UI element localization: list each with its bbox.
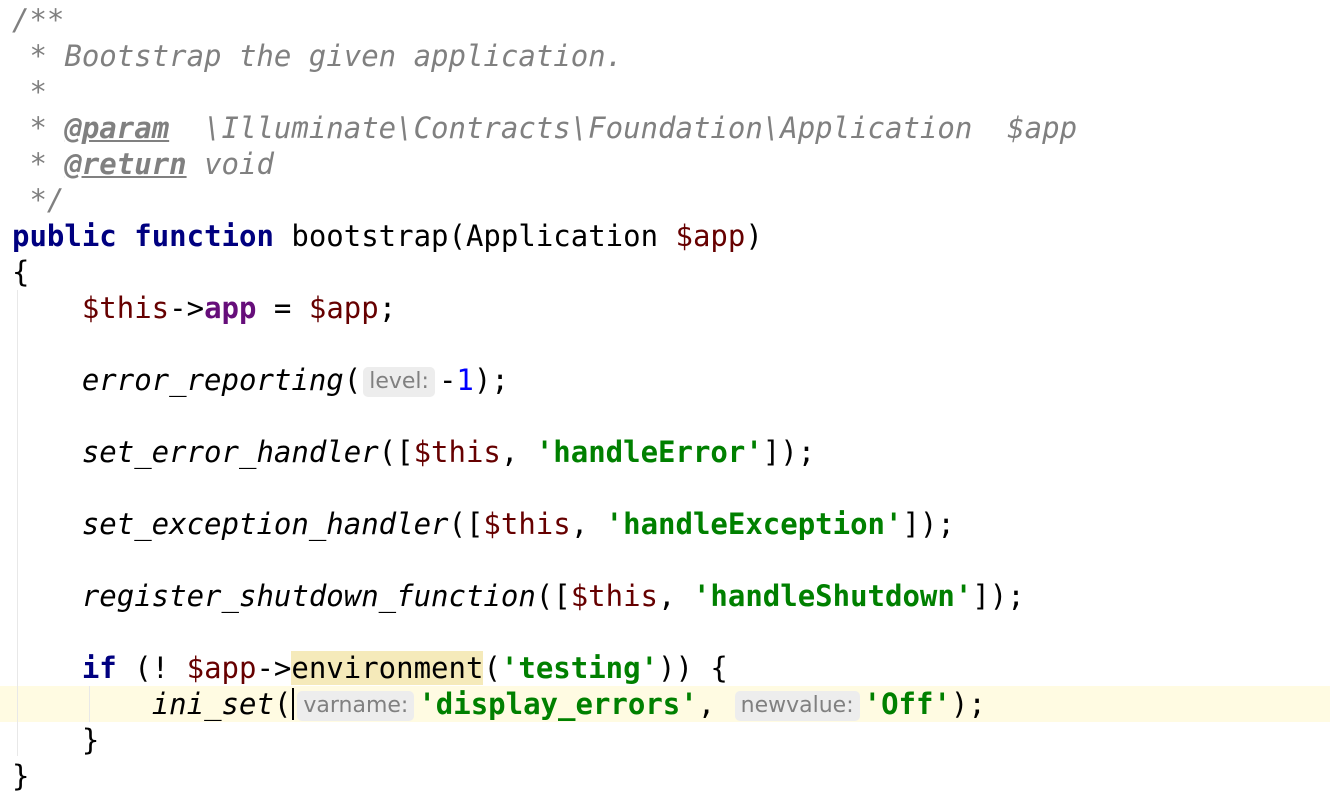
minus: - [438, 363, 457, 397]
brace-close: } [12, 759, 30, 793]
doc-comment-open: /** [12, 3, 65, 37]
app-field: app [204, 291, 257, 325]
code-line-error-reporting: error_reporting(level: -1); [12, 362, 509, 398]
this-var: $this [81, 291, 170, 325]
brace-open: { [12, 255, 30, 289]
code-line-assign: $this->app = $app; [12, 290, 396, 326]
doc-comment-blank: * [12, 75, 47, 109]
code-editor[interactable]: /** * Bootstrap the given application. *… [0, 0, 1330, 800]
return-text: void [186, 147, 274, 181]
comma: , [658, 579, 693, 613]
param-hint-level: level: [363, 367, 435, 397]
eq: = [256, 291, 309, 325]
bracket-open: ([ [448, 507, 484, 541]
string-literal: 'handleError' [535, 435, 763, 469]
fn-set-exception-handler: set_exception_handler [81, 507, 449, 541]
fn-set-error-handler: set_error_handler [81, 435, 379, 469]
param-hint-varname: varname: [297, 691, 415, 721]
line-end: ); [950, 687, 986, 721]
bracket-open: ([ [535, 579, 571, 613]
return-tag: @return [64, 147, 187, 181]
function-name: bootstrap(Application [273, 219, 676, 253]
code-line-ini-set[interactable]: ini_set(varname:'display_errors', newval… [12, 686, 986, 722]
doc-comment-close: */ [12, 183, 65, 217]
param-var: $app [675, 219, 746, 253]
doc-comment-summary: * Bootstrap the given application. [12, 39, 624, 73]
paren-open: ( [273, 687, 292, 721]
text-caret [292, 688, 295, 720]
bracket-open: ([ [378, 435, 414, 469]
method-environment: environment [291, 651, 484, 685]
paren-open: ( [343, 363, 362, 397]
code-line-set-error-handler: set_error_handler([$this, 'handleError']… [12, 434, 815, 470]
doc-star: * [12, 111, 65, 145]
param-tag: @param [64, 111, 170, 145]
paren-open: ( [483, 651, 501, 685]
code-line-if: if (! $app->environment('testing')) { [12, 650, 728, 686]
doc-star: * [12, 147, 65, 181]
this-var: $this [570, 579, 659, 613]
semicolon: ; [378, 291, 397, 325]
string-literal: 'handleException' [605, 507, 903, 541]
line-end: ); [473, 363, 509, 397]
keyword-if: if [81, 651, 117, 685]
param-text: \Illuminate\Contracts\Foundation\Applica… [169, 111, 1078, 145]
comma: , [500, 435, 536, 469]
fn-register-shutdown: register_shutdown_function [81, 579, 536, 613]
keyword-public: public [12, 219, 117, 253]
string-literal: 'testing' [500, 651, 659, 685]
line-end: ]); [902, 507, 955, 541]
line-end: ]); [762, 435, 816, 469]
fn-error-reporting: error_reporting [81, 363, 344, 397]
fn-ini-set: ini_set [151, 687, 274, 721]
keyword-function: function [134, 219, 274, 253]
doc-comment-return: * @return void [12, 146, 274, 182]
brace-inner-close: } [12, 722, 99, 758]
number-literal: 1 [456, 363, 474, 397]
signature-close: ) [745, 219, 763, 253]
app-var: $app [186, 651, 257, 685]
arrow: -> [169, 291, 205, 325]
string-literal: 'display_errors' [418, 687, 698, 721]
code-line-set-exception-handler: set_exception_handler([$this, 'handleExc… [12, 506, 955, 542]
string-literal: 'handleShutdown' [692, 579, 973, 613]
code-line-register-shutdown: register_shutdown_function([$this, 'hand… [12, 578, 1025, 614]
function-signature: public function bootstrap(Application $a… [12, 218, 763, 254]
this-var: $this [413, 435, 501, 469]
this-var: $this [483, 507, 571, 541]
param-hint-newvalue: newvalue: [734, 691, 860, 721]
line-end: ]); [972, 579, 1025, 613]
comma: , [697, 687, 733, 721]
line-end: )) { [658, 651, 728, 685]
app-var: $app [308, 291, 379, 325]
string-literal: 'Off' [863, 687, 951, 721]
arrow: -> [256, 651, 292, 685]
doc-comment-param: * @param \Illuminate\Contracts\Foundatio… [12, 110, 1077, 146]
inner-close: } [81, 723, 100, 757]
comma: , [570, 507, 606, 541]
not-op: (! [116, 651, 187, 685]
